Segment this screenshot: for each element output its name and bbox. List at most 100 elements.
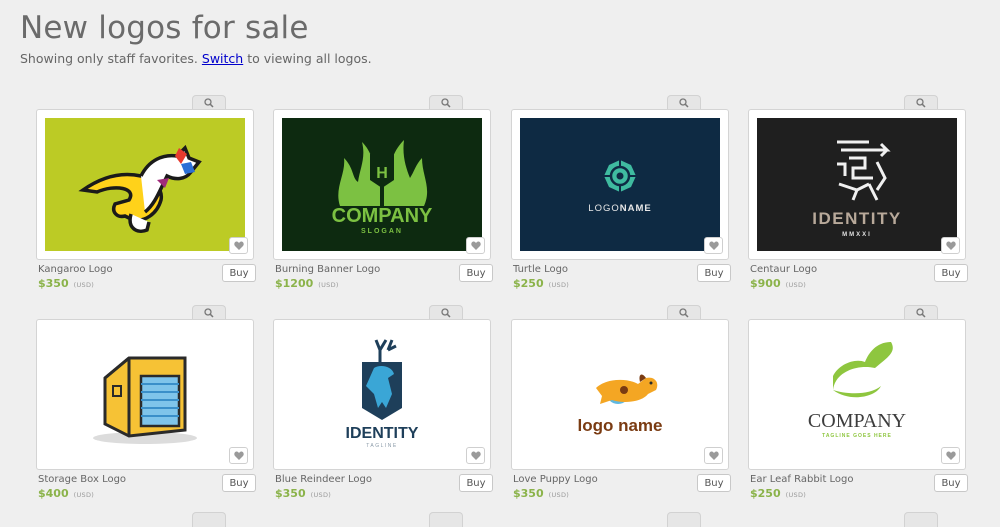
logo-preview-frame[interactable]: COMPANY TAGLINE GOES HERE xyxy=(748,319,966,470)
buy-button[interactable]: Buy xyxy=(934,264,968,282)
favorite-button[interactable] xyxy=(941,447,960,464)
favorite-button[interactable] xyxy=(466,447,485,464)
favorite-button[interactable] xyxy=(466,237,485,254)
logo-name[interactable]: Turtle Logo xyxy=(513,264,568,275)
buy-button[interactable]: Buy xyxy=(934,474,968,492)
currency-label: (USD) xyxy=(785,281,807,289)
zoom-button[interactable] xyxy=(429,305,463,320)
favorite-button[interactable] xyxy=(229,447,248,464)
logo-thumbnail[interactable]: IDENTITY TAGLINE xyxy=(282,328,482,461)
logo-preview-frame[interactable]: LOGONAME xyxy=(511,109,729,260)
price-value: $250 xyxy=(513,277,544,290)
zoom-button[interactable] xyxy=(192,305,226,320)
zoom-button-next-row[interactable] xyxy=(192,512,226,527)
logo-price: $350 (USD) xyxy=(513,487,569,500)
logo-name[interactable]: Kangaroo Logo xyxy=(38,264,113,275)
zoom-button[interactable] xyxy=(904,305,938,320)
logo-name[interactable]: Storage Box Logo xyxy=(38,474,126,485)
buy-button[interactable]: Buy xyxy=(459,264,493,282)
magnifier-icon xyxy=(204,98,214,108)
logo-thumbnail[interactable]: logo name xyxy=(520,328,720,461)
logo-card-storage-box: Storage Box Logo $400 (USD) Buy xyxy=(36,305,256,515)
identity-wordmark: IDENTITY xyxy=(812,209,901,228)
favorite-button[interactable] xyxy=(704,237,723,254)
logo-card-kangaroo: Kangaroo Logo $350 (USD) Buy xyxy=(36,95,256,305)
zoom-button-next-row[interactable] xyxy=(667,512,701,527)
currency-label: (USD) xyxy=(785,491,807,499)
favorite-button[interactable] xyxy=(704,447,723,464)
logo-name[interactable]: Ear Leaf Rabbit Logo xyxy=(750,474,854,485)
logo-card-centaur: IDENTITY MMXXI Centaur Logo $900 (USD) Bu… xyxy=(748,95,968,305)
favorite-button[interactable] xyxy=(941,237,960,254)
currency-label: (USD) xyxy=(318,281,339,289)
logo-preview-frame[interactable]: IDENTITY TAGLINE xyxy=(273,319,491,470)
magnifier-icon xyxy=(441,308,451,318)
logo-name[interactable]: Love Puppy Logo xyxy=(513,474,598,485)
slogan-text: SLOGAN xyxy=(361,228,403,235)
logo-name[interactable]: Blue Reindeer Logo xyxy=(275,474,372,485)
logo-name[interactable]: Centaur Logo xyxy=(750,264,817,275)
zoom-button[interactable] xyxy=(904,95,938,110)
zoom-button[interactable] xyxy=(192,95,226,110)
logo-card-ear-leaf-rabbit: COMPANY TAGLINE GOES HERE Ear Leaf Rabbi… xyxy=(748,305,968,515)
logo-card-burning-banner: H COMPANY SLOGAN Burning Banner Logo $12… xyxy=(273,95,493,305)
price-value: $1200 xyxy=(275,277,314,290)
logo-preview-frame[interactable] xyxy=(36,109,254,260)
price-value: $900 xyxy=(750,277,781,290)
magnifier-icon xyxy=(679,308,689,318)
blue-reindeer-logo-image: IDENTITY TAGLINE xyxy=(282,328,482,461)
logo-thumbnail[interactable]: COMPANY TAGLINE GOES HERE xyxy=(757,328,957,461)
magnifier-icon xyxy=(916,98,926,108)
turtle-logo-image: LOGONAME xyxy=(520,118,720,251)
buy-button[interactable]: Buy xyxy=(697,474,731,492)
zoom-button[interactable] xyxy=(667,95,701,110)
magnifier-icon xyxy=(204,308,214,318)
ear-leaf-rabbit-logo-image: COMPANY TAGLINE GOES HERE xyxy=(757,328,957,461)
logo-preview-frame[interactable]: IDENTITY MMXXI xyxy=(748,109,966,260)
wordmark-light: LOGO xyxy=(588,203,619,214)
logo-preview-frame[interactable]: logo name xyxy=(511,319,729,470)
logo-name-wordmark: logo name xyxy=(577,416,662,435)
currency-label: (USD) xyxy=(310,491,332,499)
logo-thumbnail[interactable]: IDENTITY MMXXI xyxy=(757,118,957,251)
price-value: $350 xyxy=(38,277,69,290)
logo-preview-frame[interactable] xyxy=(36,319,254,470)
price-value: $350 xyxy=(513,487,544,500)
company-wordmark: COMPANY xyxy=(808,410,906,432)
buy-button[interactable]: Buy xyxy=(222,264,256,282)
logo-thumbnail[interactable]: H COMPANY SLOGAN xyxy=(282,118,482,251)
zoom-button[interactable] xyxy=(667,305,701,320)
magnifier-icon xyxy=(679,98,689,108)
heart-icon xyxy=(470,451,481,460)
heart-icon xyxy=(708,241,719,250)
favorite-button[interactable] xyxy=(229,237,248,254)
currency-label: (USD) xyxy=(73,491,95,499)
zoom-button-next-row[interactable] xyxy=(429,512,463,527)
logo-thumbnail[interactable]: LOGONAME xyxy=(520,118,720,251)
wordmark-bold: NAME xyxy=(620,203,652,214)
logo-price: $350 (USD) xyxy=(38,277,94,290)
logo-thumbnail[interactable] xyxy=(45,328,245,461)
buy-button[interactable]: Buy xyxy=(222,474,256,492)
mmxxi-text: MMXXI xyxy=(842,232,872,238)
identity-wordmark: IDENTITY xyxy=(346,425,419,442)
company-wordmark: COMPANY xyxy=(332,205,433,227)
currency-label: (USD) xyxy=(548,491,570,499)
buy-button[interactable]: Buy xyxy=(697,264,731,282)
banner-monogram: H xyxy=(376,165,388,182)
zoom-button-next-row[interactable] xyxy=(904,512,938,527)
burning-banner-logo-image: H COMPANY SLOGAN xyxy=(282,118,482,251)
storage-box-logo-image xyxy=(45,328,245,461)
heart-icon xyxy=(708,451,719,460)
logo-name[interactable]: Burning Banner Logo xyxy=(275,264,380,275)
heart-icon xyxy=(233,241,244,250)
zoom-button[interactable] xyxy=(429,95,463,110)
logo-thumbnail[interactable] xyxy=(45,118,245,251)
logo-preview-frame[interactable]: H COMPANY SLOGAN xyxy=(273,109,491,260)
heart-icon xyxy=(233,451,244,460)
buy-button[interactable]: Buy xyxy=(459,474,493,492)
logo-grid: Kangaroo Logo $350 (USD) Buy H COMPANY SL… xyxy=(0,0,1000,527)
logo-card-turtle: LOGONAME Turtle Logo $250 (USD) Buy xyxy=(511,95,731,305)
logo-price: $400 (USD) xyxy=(38,487,94,500)
logo-price: $350 (USD) xyxy=(275,487,331,500)
